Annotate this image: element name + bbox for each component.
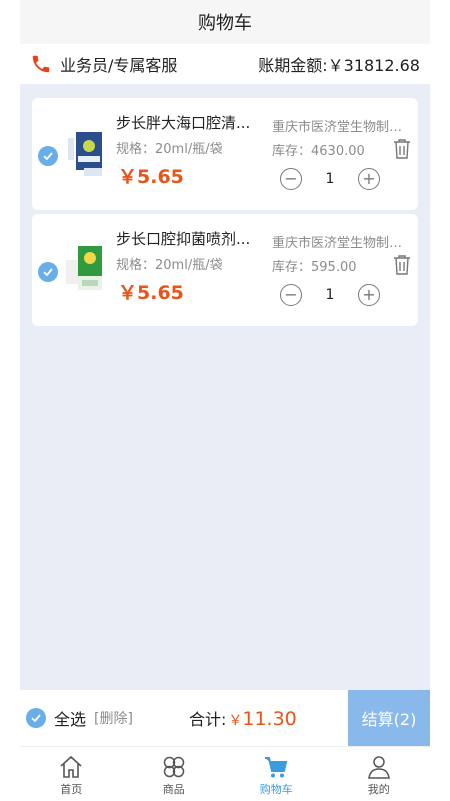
stock-label: 库存：4630.00: [272, 144, 365, 159]
vendor-name: 重庆市医济堂生物制品...: [272, 120, 412, 135]
product-spec: 规格：20ml/瓶/袋: [116, 258, 223, 273]
product-spec: 规格：20ml/瓶/袋: [116, 142, 223, 157]
checkout-label[interactable]: 结算(2): [362, 706, 417, 730]
tab-label: 首页: [60, 783, 83, 796]
quantity-stepper: − 1 +: [280, 168, 380, 190]
increase-button[interactable]: +: [358, 284, 380, 306]
select-all-label[interactable]: 全选: [54, 706, 86, 730]
quantity-value[interactable]: 1: [324, 171, 336, 187]
tab-products[interactable]: 商品: [123, 747, 226, 801]
page-header: 购物车: [20, 0, 430, 44]
total-amount: 11.30: [242, 708, 297, 730]
check-icon: [43, 152, 53, 161]
quantity-stepper: − 1 +: [280, 284, 380, 306]
total-label: 合计:: [188, 710, 227, 729]
product-price: ￥5.65: [118, 166, 184, 188]
balance-label: 账期金额:￥31812.68: [258, 56, 420, 75]
cart-icon: [265, 757, 288, 778]
item-checkbox[interactable]: [38, 146, 58, 166]
service-label: 业务员/专属客服: [60, 56, 178, 75]
decrease-button[interactable]: −: [280, 168, 302, 190]
product-image[interactable]: [64, 128, 108, 178]
phone-icon: [30, 53, 52, 75]
total-price: 合计: ￥ 11.30: [189, 706, 297, 730]
cart-item: 步长口腔抑菌喷剂... 规格：20ml/瓶/袋 ￥5.65 重庆市医济堂生物制品…: [32, 214, 418, 326]
product-price: ￥5.65: [118, 282, 184, 304]
tab-label: 商品: [162, 783, 185, 796]
currency-symbol: ￥: [228, 713, 243, 729]
cart-list: 步长胖大海口腔清... 规格：20ml/瓶/袋 ￥5.65 重庆市医济堂生物制品…: [20, 84, 430, 690]
info-bar: 业务员/专属客服 账期金额:￥31812.68: [20, 44, 430, 84]
check-icon: [31, 714, 41, 723]
stock-label: 库存：595.00: [272, 260, 357, 275]
cart-page: 购物车 业务员/专属客服 账期金额:￥31812.68 步长胖大海口腔清... …: [20, 0, 430, 801]
page-title: 购物车: [198, 13, 252, 34]
tab-cart[interactable]: 购物车: [225, 747, 328, 801]
cart-item: 步长胖大海口腔清... 规格：20ml/瓶/袋 ￥5.65 重庆市医济堂生物制品…: [32, 98, 418, 210]
person-icon: [367, 756, 390, 779]
product-title[interactable]: 步长口腔抑菌喷剂...: [116, 228, 264, 249]
product-title[interactable]: 步长胖大海口腔清...: [116, 112, 264, 133]
increase-button[interactable]: +: [358, 168, 380, 190]
vendor-name: 重庆市医济堂生物制品...: [272, 236, 412, 251]
checkout-button[interactable]: 结算(2): [348, 690, 430, 746]
tab-label: 购物车: [259, 783, 293, 796]
tab-label: 我的: [367, 783, 390, 796]
home-icon: [60, 755, 82, 778]
checkout-bar: 全选 [删除] 合计: ￥ 11.30 结算(2): [20, 690, 430, 746]
trash-icon[interactable]: [392, 138, 412, 160]
trash-icon[interactable]: [392, 254, 412, 276]
quantity-value[interactable]: 1: [324, 287, 336, 303]
select-all-checkbox[interactable]: [26, 708, 46, 728]
delete-button[interactable]: [删除]: [94, 708, 133, 728]
item-checkbox[interactable]: [38, 262, 58, 282]
service-contact[interactable]: 业务员/专属客服: [30, 52, 177, 76]
clover-icon: [163, 756, 184, 778]
tab-profile[interactable]: 我的: [328, 747, 431, 801]
tab-home[interactable]: 首页: [20, 747, 123, 801]
decrease-button[interactable]: −: [280, 284, 302, 306]
product-image[interactable]: [64, 244, 108, 294]
bottom-tab-bar: 首页 商品 购物车 我的: [20, 746, 430, 801]
check-icon: [43, 268, 53, 277]
select-all[interactable]: 全选 [删除]: [26, 706, 133, 730]
